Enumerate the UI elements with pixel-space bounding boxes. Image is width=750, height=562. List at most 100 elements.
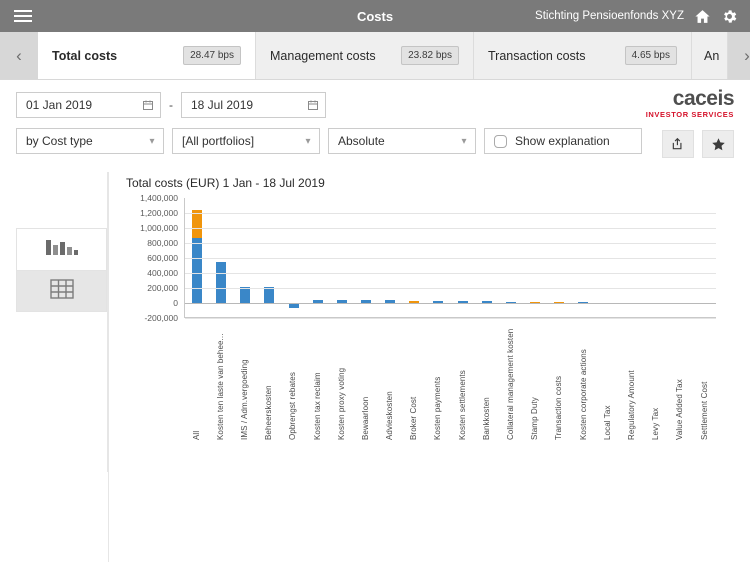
- tabs-scroll-right-icon[interactable]: ›: [728, 32, 750, 79]
- selector-row: by Cost type ▾ [All portfolios] ▾ Absolu…: [16, 128, 734, 154]
- star-icon[interactable]: [702, 130, 734, 158]
- y-axis-tick: 600,000: [147, 253, 178, 263]
- tab-management-costs[interactable]: Management costs 23.82 bps: [256, 32, 474, 79]
- x-axis-tick-label: Collateral management kosten: [506, 328, 516, 440]
- x-axis-tick-slot: Local Tax: [595, 320, 619, 440]
- calendar-icon[interactable]: [301, 93, 325, 117]
- x-axis-tick-label: Settlement Cost: [699, 381, 709, 440]
- x-axis: All Kosten ten laste van behee... IMS / Ad…: [184, 320, 716, 440]
- gridline: [185, 228, 716, 229]
- tab-analysis[interactable]: An: [692, 32, 728, 79]
- chevron-down-icon[interactable]: ▾: [297, 136, 319, 147]
- tabs-scroll-left-icon[interactable]: ‹: [0, 32, 38, 79]
- show-explanation-checkbox[interactable]: Show explanation: [484, 128, 642, 154]
- x-axis-tick-label: Local Tax: [602, 405, 612, 440]
- y-axis-tick: 800,000: [147, 238, 178, 248]
- y-axis-tick: 400,000: [147, 268, 178, 278]
- value-mode-value: Absolute: [338, 134, 385, 148]
- x-axis-tick-slot: Broker Cost: [402, 320, 426, 440]
- chevron-down-icon[interactable]: ▾: [141, 136, 163, 147]
- x-axis-tick-label: Regulatory Amount: [626, 370, 636, 440]
- tab-label: An: [704, 48, 720, 63]
- portfolio-select[interactable]: [All portfolios] ▾: [172, 128, 320, 154]
- x-axis-tick-slot: Transaction costs: [547, 320, 571, 440]
- calendar-icon[interactable]: [136, 93, 160, 117]
- x-axis-tick-slot: Kosten tax reclaim: [305, 320, 329, 440]
- x-axis-tick-label: All: [191, 430, 201, 440]
- y-axis-tick: 200,000: [147, 283, 178, 293]
- date-from-value: 01 Jan 2019: [26, 98, 93, 112]
- bar-segment[interactable]: [192, 210, 203, 238]
- checkbox-box[interactable]: [494, 134, 507, 148]
- x-axis-tick-slot: Value Added Tax: [668, 320, 692, 440]
- view-toggle-chart[interactable]: [16, 228, 107, 270]
- tab-label: Transaction costs: [488, 48, 586, 63]
- date-to-field[interactable]: 18 Jul 2019: [181, 92, 326, 118]
- gridline: [185, 243, 716, 244]
- gridline: [185, 258, 716, 259]
- y-axis-tick: -200,000: [144, 313, 178, 323]
- x-axis-tick-slot: Kosten settlements: [450, 320, 474, 440]
- x-axis-tick-slot: Kosten payments: [426, 320, 450, 440]
- x-axis-tick-slot: Regulatory Amount: [619, 320, 643, 440]
- gridline: [185, 273, 716, 274]
- gridline: [185, 288, 716, 289]
- content-area: Total costs (EUR) 1 Jan - 18 Jul 2019 1,…: [0, 172, 750, 562]
- x-axis-tick-slot: Settlement Cost: [692, 320, 716, 440]
- x-axis-tick-slot: Kosten proxy voting: [329, 320, 353, 440]
- x-axis-tick-label: Advieskosten: [385, 391, 395, 440]
- table-grid-icon: [49, 278, 74, 304]
- view-toggle-group: [16, 172, 108, 472]
- chevron-down-icon[interactable]: ▾: [453, 136, 475, 147]
- x-axis-tick-label: Broker Cost: [409, 396, 419, 440]
- x-axis-tick-label: Kosten tax reclaim: [312, 372, 322, 440]
- x-axis-tick-label: Levy Tax: [651, 407, 661, 440]
- gridline: [185, 213, 716, 214]
- y-axis-tick: 0: [173, 298, 178, 308]
- x-axis-tick-label: Kosten payments: [433, 376, 443, 440]
- date-from-field[interactable]: 01 Jan 2019: [16, 92, 161, 118]
- home-icon[interactable]: [694, 8, 711, 25]
- tab-label: Management costs: [270, 48, 376, 63]
- x-axis-tick-label: Kosten proxy voting: [336, 367, 346, 440]
- user-organization-label: Stichting Pensioenfonds XYZ: [535, 10, 684, 22]
- gear-icon[interactable]: [721, 8, 738, 25]
- zero-line: [185, 303, 716, 304]
- plot-grid: [184, 198, 716, 319]
- x-axis-tick-label: Transaction costs: [554, 375, 564, 440]
- tab-label: Total costs: [52, 48, 118, 63]
- y-axis-tick: 1,000,000: [140, 223, 178, 233]
- tab-badge: 28.47 bps: [183, 46, 241, 65]
- tab-transaction-costs[interactable]: Transaction costs 4.65 bps: [474, 32, 692, 79]
- chart-title: Total costs (EUR) 1 Jan - 18 Jul 2019: [126, 176, 325, 190]
- y-axis-tick: 1,400,000: [140, 193, 178, 203]
- view-toggle-table[interactable]: [16, 270, 107, 312]
- bar-segment[interactable]: [216, 262, 227, 303]
- date-range-separator: -: [169, 98, 173, 112]
- app-bar: Costs Stichting Pensioenfonds XYZ: [0, 0, 750, 32]
- x-axis-tick-label: Bankkosten: [481, 397, 491, 440]
- hamburger-menu-icon[interactable]: [0, 0, 46, 32]
- x-axis-tick-slot: Bewaarloon: [353, 320, 377, 440]
- content-divider: [108, 172, 109, 562]
- show-explanation-label: Show explanation: [515, 134, 610, 148]
- export-icon[interactable]: [662, 130, 694, 158]
- group-by-select[interactable]: by Cost type ▾: [16, 128, 164, 154]
- x-axis-tick-slot: Opbrengst rebates: [281, 320, 305, 440]
- bar-segment[interactable]: [192, 237, 203, 303]
- x-axis-tick-label: Opbrengst rebates: [288, 372, 298, 440]
- x-axis-tick-label: IMS / Adm.vergoeding: [239, 359, 249, 440]
- tab-strip: ‹ Total costs 28.47 bps Management costs…: [0, 32, 750, 80]
- x-axis-tick-slot: Bankkosten: [474, 320, 498, 440]
- group-by-value: by Cost type: [26, 134, 93, 148]
- x-axis-tick-slot: Kosten ten laste van behee...: [208, 320, 232, 440]
- y-axis: 1,400,000 1,200,000 1,000,000 800,000 600,00…: [126, 193, 182, 323]
- x-axis-tick-slot: Kosten corporate actions: [571, 320, 595, 440]
- bar-segment[interactable]: [264, 286, 275, 303]
- x-axis-tick-label: Stamp Duty: [530, 397, 540, 440]
- value-mode-select[interactable]: Absolute ▾: [328, 128, 476, 154]
- tab-total-costs[interactable]: Total costs 28.47 bps: [38, 32, 256, 79]
- brand-name: caceis: [672, 87, 735, 110]
- x-axis-tick-slot: IMS / Adm.vergoeding: [232, 320, 256, 440]
- tab-badge: 4.65 bps: [624, 46, 677, 65]
